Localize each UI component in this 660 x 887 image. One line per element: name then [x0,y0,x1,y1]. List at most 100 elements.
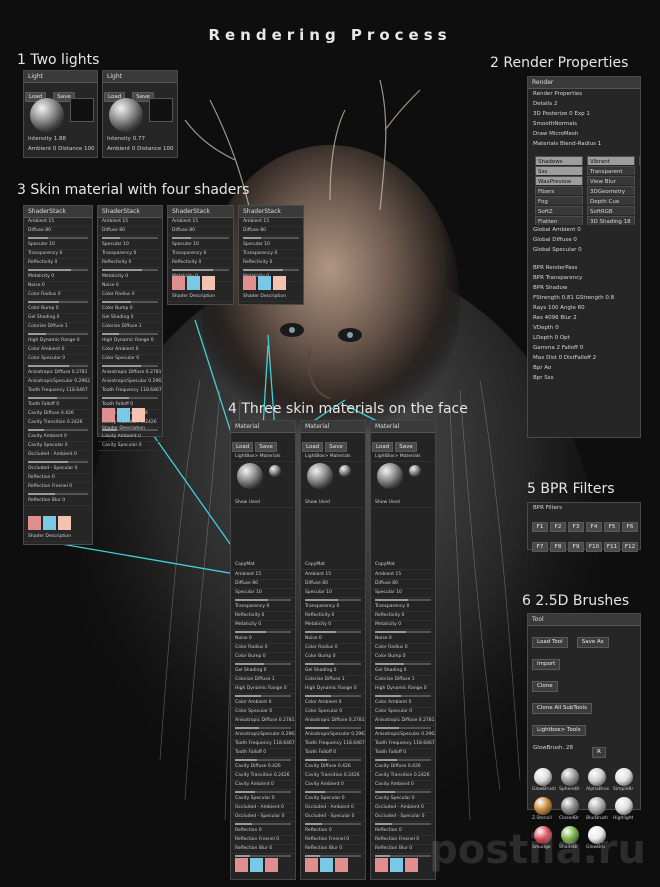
material-shader-slider[interactable] [375,727,431,729]
material-shader-slider[interactable] [235,727,291,729]
color-swatch[interactable] [172,276,185,290]
shader-row[interactable]: Reflection Blur 0 [24,497,92,506]
material-preview-sphere[interactable] [377,463,403,489]
material-shader-slider[interactable] [235,855,291,857]
bpr-shadow-row[interactable]: Res 4096 Blur 2 [528,313,640,323]
shader-description-button[interactable]: Shader Description [98,424,162,434]
material-shader-row[interactable]: Transparency 0 [231,603,295,612]
material-shader-row[interactable]: Cavity Ambient 0 [231,781,295,790]
material-shader-row[interactable]: Diffuse 80 [301,580,365,589]
bpr-shadow-row[interactable]: LDepth 0 Opt [528,333,640,343]
show-used-button[interactable]: Show Used [231,499,295,508]
brush-icon[interactable] [561,768,579,786]
shader-row[interactable]: Specular 10 [168,241,233,250]
bpr-filter-button[interactable]: F8 [550,542,566,552]
material-save-button[interactable]: Save [325,442,347,452]
material-shader-row[interactable]: Reflection 0 [371,827,435,836]
color-swatch[interactable] [375,858,388,872]
material-shader-row[interactable]: Cavity Ambient 0 [371,781,435,790]
show-used-button[interactable]: Show Used [371,499,435,508]
bpr-filter-button[interactable]: F7 [532,542,548,552]
shader-row[interactable]: AnisotropicSpecular 0.2962 [24,378,92,387]
shader-slider[interactable] [172,237,229,239]
shader-row[interactable]: Specular 10 [239,241,303,250]
material-shader-slider[interactable] [305,631,361,633]
shader-row[interactable]: Metalicity 0 [24,273,92,282]
color-swatch[interactable] [58,516,71,530]
bpr-shadow-row[interactable]: Bpr Sss [528,373,640,383]
material-shader-row[interactable]: Occluded - Specular 0 [301,813,365,822]
material-shader-row[interactable]: AnisotropicSpecular 0.2962 [301,731,365,740]
shader-slider[interactable] [243,237,299,239]
shader-row[interactable]: Diffuse 80 [24,227,92,236]
light-intensity[interactable]: Intensity 1.88 [24,135,101,144]
brush-icon[interactable] [615,768,633,786]
shader-row[interactable]: Ambient 15 [239,218,303,227]
material-shader-slider[interactable] [235,599,291,601]
shader-row[interactable]: Occluded - Specular 0 [24,465,92,474]
material-shader-row[interactable]: Tooth Falloff 0 [301,749,365,758]
material-shader-row[interactable]: Tooth Frequency 118.6467 [231,740,295,749]
material-shader-row[interactable]: Cavity Transition 0.2426 [231,772,295,781]
brush-icon[interactable] [534,797,552,815]
material-shader-row[interactable]: Occluded - Specular 0 [231,813,295,822]
material-shader-row[interactable]: Reflectivity 0 [371,612,435,621]
color-swatch[interactable] [187,276,200,290]
shader-slider[interactable] [28,461,88,463]
lightbox-tools-button[interactable]: Lightbox> Tools [532,725,586,736]
render-toggle-button[interactable]: Fibers [535,186,583,195]
material-shader-slider[interactable] [305,759,361,761]
light-intensity[interactable]: Intensity 0.77 [103,135,181,144]
shader-slider[interactable] [102,301,158,303]
load-tool-button[interactable]: Load Tool [532,637,568,648]
material-shader-slider[interactable] [305,727,361,729]
shader-row[interactable]: Occluded - Ambient 0 [24,451,92,460]
light-preview-sphere[interactable] [30,98,64,132]
save-as-button[interactable]: Save As [576,637,609,648]
color-swatch[interactable] [335,858,348,872]
material-shader-row[interactable]: Color Ambient 0 [231,699,295,708]
material-shader-row[interactable]: Ambient 15 [371,571,435,580]
material-shader-row[interactable]: Transparency 0 [371,603,435,612]
bpr-row[interactable]: BPR RenderPass [528,263,640,273]
material-shader-row[interactable]: Color Ambient 0 [371,699,435,708]
shader-row[interactable]: Cavity Diffuse 0.426 [24,410,92,419]
material-shader-row[interactable]: Cavity Diffuse 0.426 [301,763,365,772]
render-property-row[interactable]: SmoothNormals [528,119,640,129]
material-shader-row[interactable]: Reflection 0 [301,827,365,836]
import-button[interactable]: Import [532,659,561,670]
material-thumb-sphere[interactable] [269,465,281,477]
material-shader-row[interactable]: Transparency 0 [301,603,365,612]
material-shader-row[interactable]: Metalicity 0 [371,621,435,630]
shader-row[interactable]: Reflectivity 0 [168,259,233,268]
color-swatch[interactable] [320,858,333,872]
material-shader-row[interactable]: Ambient 15 [231,571,295,580]
shader-slider[interactable] [28,493,88,495]
render-toggle-button[interactable]: 3D Shading 18 [587,216,635,225]
show-used-button[interactable]: Show Used [301,499,365,508]
material-shader-slider[interactable] [235,823,291,825]
shader-row[interactable]: Cavity Ambient 0 [24,433,92,442]
material-shader-row[interactable]: Color Ambient 0 [301,699,365,708]
bpr-filter-button[interactable]: F6 [622,522,638,532]
material-shader-row[interactable]: Cavity Specular 0 [371,795,435,804]
material-shader-slider[interactable] [305,695,361,697]
material-shader-row[interactable]: Color Specular 0 [231,708,295,717]
render-toggle-button[interactable]: Flatten [535,216,583,225]
material-save-button[interactable]: Save [395,442,417,452]
shader-slider[interactable] [172,269,229,271]
color-swatch[interactable] [202,276,215,290]
tool-r-button[interactable]: R [592,747,606,758]
bpr-shadow-row[interactable]: Rays 100 Angle 60 [528,303,640,313]
shader-slider[interactable] [28,429,88,431]
copymat-button[interactable]: CopyMat [371,561,435,570]
material-shader-row[interactable]: Reflection Fresnel 0 [231,836,295,845]
shader-row[interactable]: Ambient 15 [98,218,162,227]
material-shader-row[interactable]: Ambient 15 [301,571,365,580]
material-shader-row[interactable]: High Dynamic Range 0 [301,685,365,694]
material-shader-row[interactable]: Reflection Blur 0 [231,845,295,854]
render-global-row[interactable]: Global Diffuse 0 [528,235,640,245]
shader-row[interactable]: Reflection Fresnel 0 [24,483,92,492]
shader-description-button[interactable]: Shader Description [239,292,303,302]
material-shader-row[interactable]: Metalicity 0 [301,621,365,630]
